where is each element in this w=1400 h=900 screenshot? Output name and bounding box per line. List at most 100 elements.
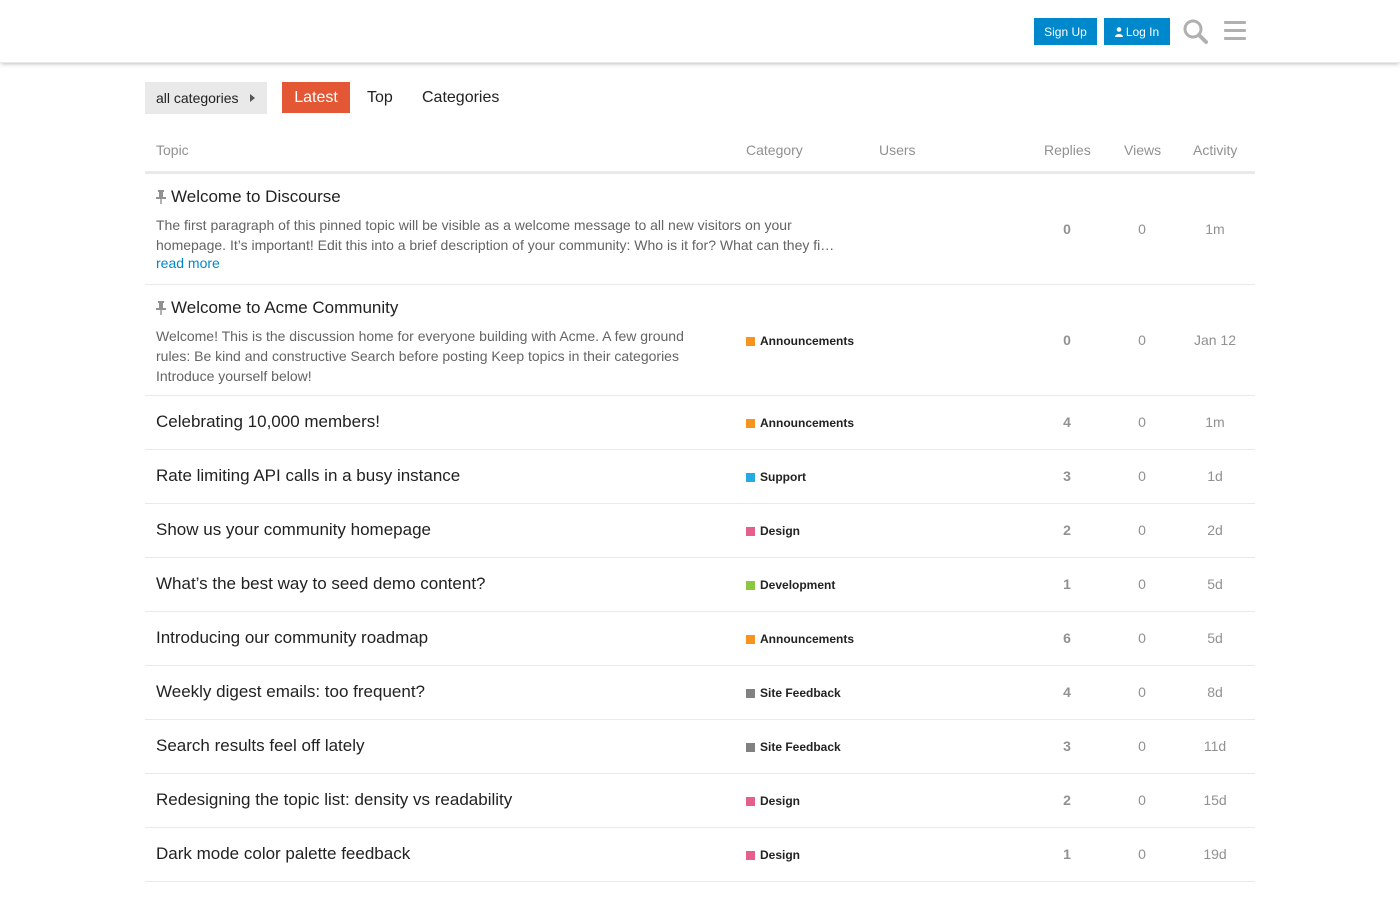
pin-icon (156, 301, 166, 315)
views-count: 0 (1138, 221, 1146, 237)
tab-categories[interactable]: Categories (422, 82, 499, 113)
category-badge[interactable]: Announcements (746, 632, 854, 646)
table-row: Show us your community homepage Design 2 0 2… (145, 504, 1255, 558)
activity-time[interactable]: 19d (1175, 846, 1255, 862)
table-row: Introducing our community roadmap Announc… (145, 612, 1255, 666)
activity-time[interactable]: 15d (1175, 792, 1255, 808)
replies-count[interactable]: 0 (1027, 332, 1107, 348)
tab-top-label: Top (367, 88, 393, 106)
category-color-square (746, 526, 755, 536)
topic-title-link[interactable]: Search results feel off lately (156, 736, 365, 756)
category-color-square (746, 634, 755, 644)
category-badge-label: Announcements (760, 416, 855, 430)
hamburger-menu-icon[interactable] (1221, 17, 1249, 45)
category-color-square (746, 336, 755, 346)
views-count: 0 (1138, 846, 1146, 862)
replies-count[interactable]: 4 (1027, 414, 1107, 430)
category-badge[interactable]: Announcements (746, 416, 854, 430)
activity-time[interactable]: 2d (1175, 522, 1255, 538)
category-badge-label: Development (760, 578, 836, 592)
topic-title-link[interactable]: Weekly digest emails: too frequent? (156, 682, 425, 702)
activity-time[interactable]: Jan 12 (1175, 332, 1255, 348)
activity-time[interactable]: 11d (1175, 738, 1255, 754)
topic-excerpt: Welcome! This is the discussion home for… (156, 328, 684, 384)
category-badge[interactable]: Development (746, 578, 835, 592)
replies-count[interactable]: 3 (1027, 468, 1107, 484)
category-badge[interactable]: Announcements (746, 334, 854, 348)
category-badge[interactable]: Design (746, 794, 800, 808)
topic-title-link[interactable]: Celebrating 10,000 members! (156, 412, 380, 432)
category-color-square (746, 418, 755, 428)
topic-list: Topic Category Users Replies Views Activ… (145, 130, 1255, 882)
column-header-replies[interactable]: Replies (1044, 142, 1091, 158)
table-row: Dark mode color palette feedback Design 1 0… (145, 828, 1255, 882)
category-badge[interactable]: Support (746, 470, 806, 484)
table-row: Redesigning the topic list: density vs r… (145, 774, 1255, 828)
category-badge-label: Announcements (760, 632, 855, 646)
replies-count[interactable]: 6 (1027, 630, 1107, 646)
category-dropdown-label: all categories (156, 90, 239, 106)
category-badge-label: Support (760, 470, 806, 484)
topic-title-link[interactable]: Rate limiting API calls in a busy instan… (156, 466, 460, 486)
views-count: 0 (1138, 332, 1146, 348)
category-badge-label: Site Feedback (760, 740, 841, 754)
tab-top[interactable]: Top (367, 82, 393, 113)
replies-count[interactable]: 3 (1027, 738, 1107, 754)
activity-time[interactable]: 1d (1175, 468, 1255, 484)
topic-title-link[interactable]: What’s the best way to seed demo content… (156, 574, 486, 594)
topic-title-link[interactable]: Dark mode color palette feedback (156, 844, 410, 864)
table-row: What’s the best way to seed demo content… (145, 558, 1255, 612)
column-header-category[interactable]: Category (746, 142, 803, 158)
activity-time[interactable]: 1m (1175, 221, 1255, 237)
search-icon[interactable] (1181, 17, 1209, 45)
topic-title-link[interactable]: Show us your community homepage (156, 520, 431, 540)
user-icon (1114, 26, 1123, 37)
topic-title-link[interactable]: Welcome to Discourse (171, 187, 341, 207)
category-color-square (746, 472, 755, 482)
replies-count[interactable]: 4 (1027, 684, 1107, 700)
replies-count[interactable]: 1 (1027, 846, 1107, 862)
sign-up-button[interactable]: Sign Up (1034, 18, 1097, 45)
sign-up-label: Sign Up (1044, 24, 1087, 39)
views-count: 0 (1138, 468, 1146, 484)
table-row: Search results feel off lately Site Feedb… (145, 720, 1255, 774)
category-badge[interactable]: Design (746, 524, 800, 538)
activity-time[interactable]: 5d (1175, 576, 1255, 592)
log-in-label: Log In (1125, 24, 1160, 39)
views-count: 0 (1138, 792, 1146, 808)
activity-time[interactable]: 1m (1175, 414, 1255, 430)
activity-time[interactable]: 8d (1175, 684, 1255, 700)
category-badge[interactable]: Site Feedback (746, 686, 841, 700)
tab-latest[interactable]: Latest (282, 82, 350, 113)
log-in-button[interactable]: Log In (1104, 18, 1170, 45)
column-header-views[interactable]: Views (1124, 142, 1161, 158)
topic-title-link[interactable]: Welcome to Acme Community (171, 298, 398, 318)
table-row: Weekly digest emails: too frequent? Site … (145, 666, 1255, 720)
column-header-activity[interactable]: Activity (1193, 142, 1237, 158)
replies-count[interactable]: 1 (1027, 576, 1107, 592)
topic-title-link[interactable]: Introducing our community roadmap (156, 628, 428, 648)
column-header-users[interactable]: Users (879, 142, 916, 158)
category-color-square (746, 688, 755, 698)
caret-right-icon (250, 94, 255, 102)
site-header: Sign Up Log In (0, 0, 1400, 63)
column-header-topic[interactable]: Topic (156, 142, 189, 158)
topic-excerpt: The first paragraph of this pinned topic… (156, 217, 835, 253)
category-color-square (746, 796, 755, 806)
category-badge[interactable]: Design (746, 848, 800, 862)
views-count: 0 (1138, 630, 1146, 646)
topic-title-link[interactable]: Redesigning the topic list: density vs r… (156, 790, 512, 810)
replies-count[interactable]: 0 (1027, 221, 1107, 237)
replies-count[interactable]: 2 (1027, 522, 1107, 538)
views-count: 0 (1138, 414, 1146, 430)
activity-time[interactable]: 5d (1175, 630, 1255, 646)
table-row: Welcome to Acme Community Welcome! This … (145, 285, 1255, 396)
category-badge[interactable]: Site Feedback (746, 740, 841, 754)
read-more-link[interactable]: read more (156, 255, 220, 271)
views-count: 0 (1138, 522, 1146, 538)
tab-latest-label: Latest (294, 88, 338, 106)
category-dropdown[interactable]: all categories (145, 82, 267, 114)
category-badge-label: Design (760, 848, 801, 862)
topic-rows: Celebrating 10,000 members! Announcements… (145, 396, 1255, 882)
replies-count[interactable]: 2 (1027, 792, 1107, 808)
